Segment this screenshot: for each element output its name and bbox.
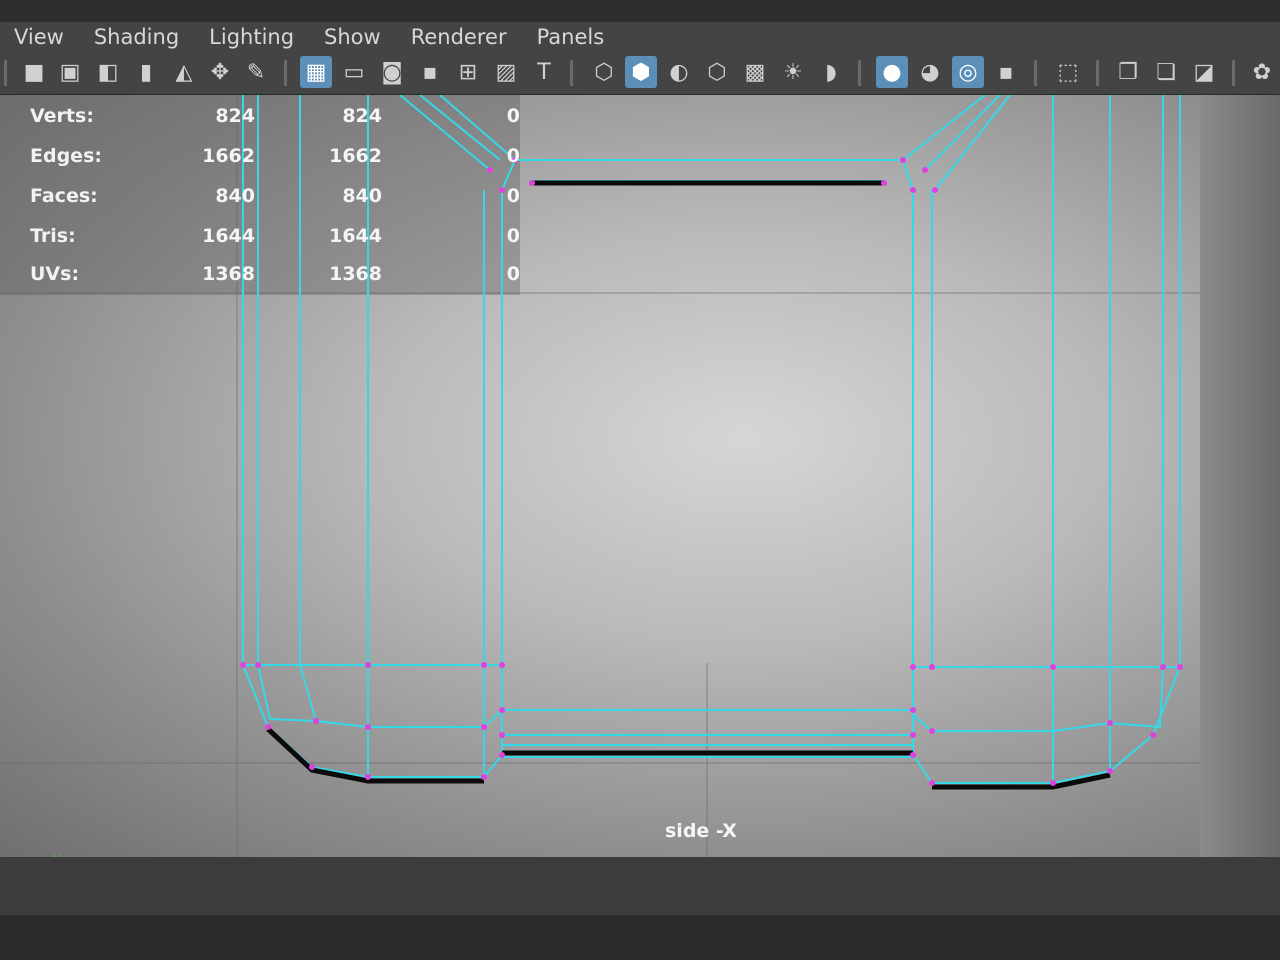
toolbar-separator bbox=[858, 60, 861, 86]
hud-row-edges: Edges: 1662 1662 0 bbox=[30, 145, 530, 173]
menu-show[interactable]: Show bbox=[310, 25, 395, 49]
bookmark-icon[interactable]: ▮ bbox=[130, 56, 162, 88]
isolate-select-icon[interactable]: ⬚ bbox=[1052, 56, 1084, 88]
axis-gizmo-icon: y z bbox=[54, 851, 61, 857]
xray-active-icon[interactable]: ❏ bbox=[1150, 56, 1182, 88]
menu-view[interactable]: View bbox=[0, 25, 78, 49]
toolbar-separator bbox=[1034, 60, 1037, 86]
hud-extra: 0 bbox=[506, 185, 520, 207]
camera-attributes-icon[interactable]: ◧ bbox=[92, 56, 124, 88]
hud-extra: 0 bbox=[506, 225, 520, 247]
panel-toolbar: ■ ▣ ◧ ▮ ◭ ✥ ✎ ▦ ▭ ◙ ▪ ⊞ ▨ T ⬡ ⬢ ◐ ⬡ ▩ ☀ … bbox=[0, 52, 1280, 95]
screen-space-ao-icon[interactable]: ● bbox=[876, 56, 908, 88]
toolbar-separator bbox=[284, 60, 287, 86]
poly-count-hud: Verts: 824 824 0 Edges: 1662 1662 0 Face… bbox=[0, 95, 520, 295]
hud-total: 840 bbox=[215, 185, 255, 207]
menu-shading[interactable]: Shading bbox=[80, 25, 193, 49]
toolbar-separator bbox=[570, 60, 573, 86]
hud-extra: 0 bbox=[506, 105, 520, 127]
toolbar-separator bbox=[1232, 60, 1235, 86]
xray-icon[interactable]: ▩ bbox=[739, 56, 771, 88]
smooth-shade-icon[interactable]: ⬢ bbox=[625, 56, 657, 88]
camera-name-label: side -X bbox=[665, 820, 737, 842]
wireframe-on-shaded-icon[interactable]: ⬡ bbox=[701, 56, 733, 88]
film-gate-icon[interactable]: ▭ bbox=[338, 56, 370, 88]
hud-label: Verts: bbox=[30, 105, 94, 127]
gate-mask-icon[interactable]: ▪ bbox=[414, 56, 446, 88]
viewport-right-edge bbox=[1200, 95, 1280, 857]
hud-label: Edges: bbox=[30, 145, 102, 167]
hud-extra: 0 bbox=[506, 145, 520, 167]
toolbar-separator bbox=[4, 60, 7, 86]
default-material-icon[interactable]: ◐ bbox=[663, 56, 695, 88]
hud-row-faces: Faces: 840 840 0 bbox=[30, 185, 530, 213]
hud-row-tris: Tris: 1644 1644 0 bbox=[30, 225, 530, 253]
hud-total: 1662 bbox=[202, 145, 255, 167]
toolbar-separator bbox=[1096, 60, 1099, 86]
panel-menu-bar: View Shading Lighting Show Renderer Pane… bbox=[0, 22, 1280, 52]
viewport-side[interactable]: Verts: 824 824 0 Edges: 1662 1662 0 Face… bbox=[0, 95, 1200, 857]
depth-of-field-icon[interactable]: ▪ bbox=[990, 56, 1022, 88]
grid-icon[interactable]: ▦ bbox=[300, 56, 332, 88]
motion-blur-icon[interactable]: ◕ bbox=[914, 56, 946, 88]
hud-selected: 1368 bbox=[329, 263, 382, 285]
safe-title-icon[interactable]: T bbox=[528, 56, 560, 88]
field-chart-icon[interactable]: ⊞ bbox=[452, 56, 484, 88]
menu-renderer[interactable]: Renderer bbox=[397, 25, 521, 49]
2d-pan-zoom-icon[interactable]: ✥ bbox=[204, 56, 236, 88]
lower-panel-strip bbox=[0, 915, 1280, 960]
hud-extra: 0 bbox=[506, 263, 520, 285]
hud-label: Tris: bbox=[30, 225, 76, 247]
toggle-hud-icon[interactable]: ◪ bbox=[1188, 56, 1220, 88]
antialias-icon[interactable]: ◎ bbox=[952, 56, 984, 88]
lower-panel bbox=[0, 857, 1280, 960]
hud-row-verts: Verts: 824 824 0 bbox=[30, 105, 530, 133]
hud-total: 824 bbox=[215, 105, 255, 127]
lock-camera-icon[interactable]: ▣ bbox=[54, 56, 86, 88]
hud-label: Faces: bbox=[30, 185, 98, 207]
shadows-icon[interactable]: ◗ bbox=[815, 56, 847, 88]
hud-total: 1644 bbox=[202, 225, 255, 247]
menu-panels[interactable]: Panels bbox=[523, 25, 619, 49]
window-top-strip bbox=[0, 0, 1280, 23]
grease-pencil-icon[interactable]: ✎ bbox=[240, 56, 272, 88]
hud-total: 1368 bbox=[202, 263, 255, 285]
use-all-lights-icon[interactable]: ☀ bbox=[777, 56, 809, 88]
resolution-gate-icon[interactable]: ◙ bbox=[376, 56, 408, 88]
wireframe-icon[interactable]: ⬡ bbox=[588, 56, 620, 88]
safe-action-icon[interactable]: ▨ bbox=[490, 56, 522, 88]
hud-label: UVs: bbox=[30, 263, 80, 285]
hud-selected: 824 bbox=[342, 105, 382, 127]
menu-lighting[interactable]: Lighting bbox=[195, 25, 308, 49]
textures-icon[interactable]: ✿ bbox=[1246, 56, 1278, 88]
image-plane-icon[interactable]: ◭ bbox=[168, 56, 200, 88]
hud-row-uvs: UVs: 1368 1368 0 bbox=[30, 263, 530, 291]
xray-joints-icon[interactable]: ❐ bbox=[1112, 56, 1144, 88]
hud-selected: 840 bbox=[342, 185, 382, 207]
hud-selected: 1662 bbox=[329, 145, 382, 167]
hud-selected: 1644 bbox=[329, 225, 382, 247]
select-camera-icon[interactable]: ■ bbox=[18, 56, 50, 88]
